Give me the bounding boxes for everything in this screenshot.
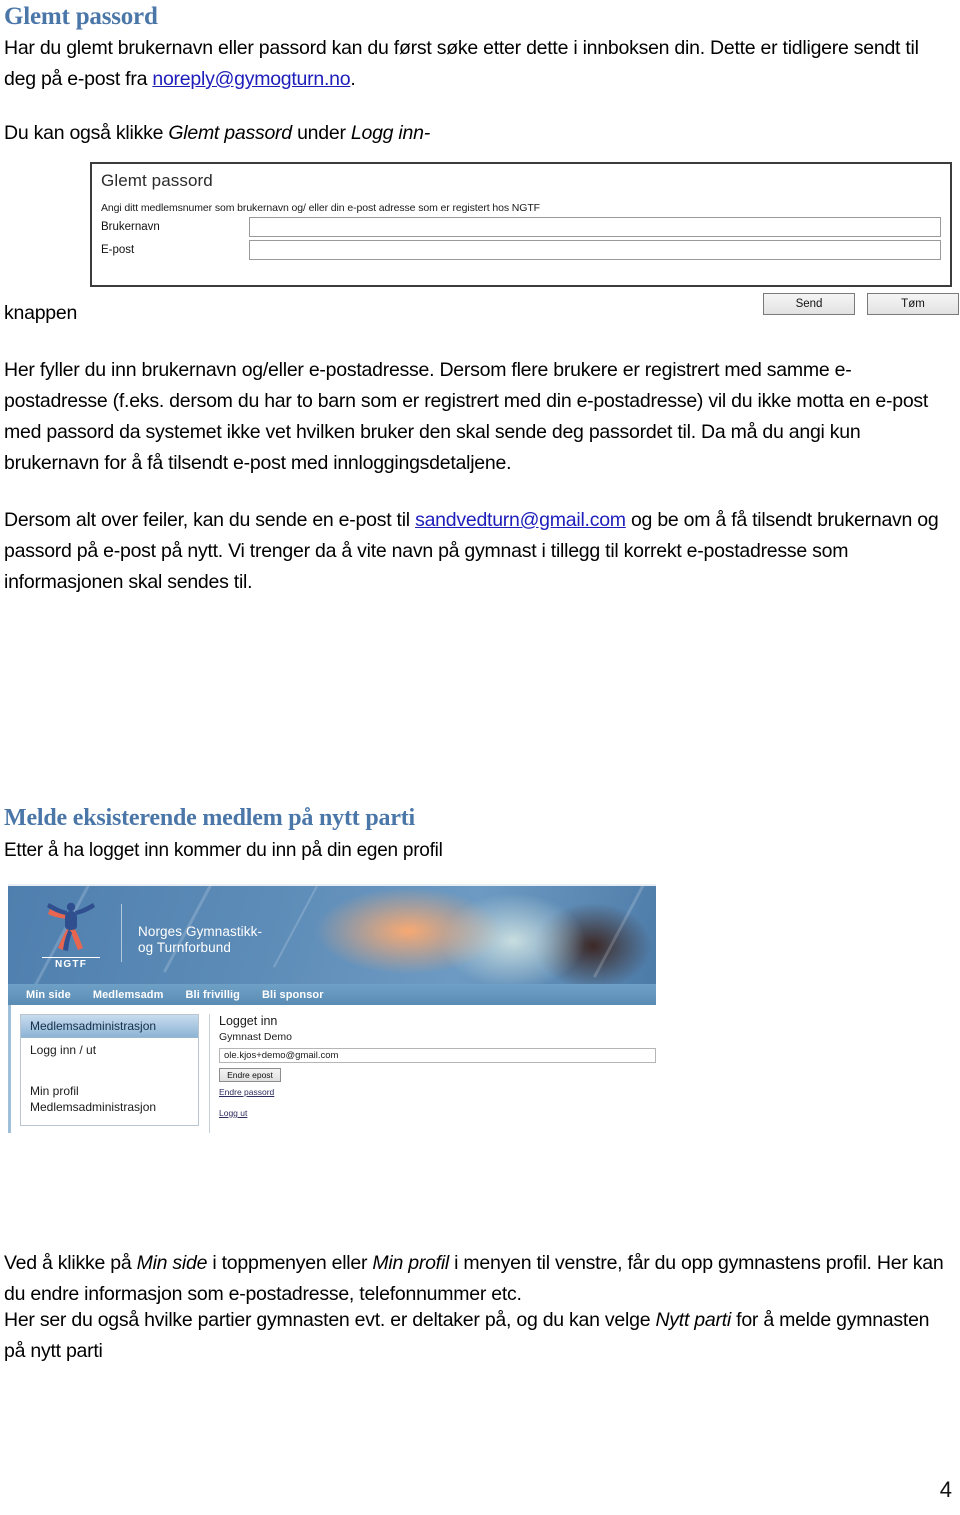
sandvedturn-email-link[interactable]: sandvedturn@gmail.com (415, 509, 626, 531)
also-text-1: Du kan også klikke (4, 122, 169, 144)
fallback-email-paragraph: Dersom alt over feiler, kan du sende en … (4, 505, 952, 598)
knappen-paragraph: knappen (4, 302, 78, 324)
also-italic-logg-inn: Logg inn- (350, 122, 430, 144)
site-main-panel: Logget inn Gymnast Demo ole.kjos+demo@gm… (209, 1014, 656, 1133)
endre-epost-button[interactable]: Endre epost (219, 1068, 281, 1082)
fallback-text-before-link: Dersom alt over feiler, kan du sende en … (4, 509, 416, 531)
ngtf-wordmark: NGTF (42, 957, 100, 970)
sidebar-item-medlemsadministrasjon[interactable]: Medlemsadministrasjon (21, 1098, 198, 1114)
also-click-paragraph: Du kan også klikke Glemt passord under L… (4, 118, 952, 149)
sidebar-item-min-profil[interactable]: Min profil (21, 1079, 198, 1098)
logged-in-label: Logget inn (219, 1014, 278, 1028)
logged-in-user-name: Gymnast Demo (219, 1031, 292, 1043)
ngtf-logo: NGTF (42, 898, 100, 970)
nav-item-medlemsadm[interactable]: Medlemsadm (93, 989, 164, 1001)
intro-paragraph: Har du glemt brukernavn eller passord ka… (4, 33, 952, 95)
site-banner: NGTF Norges Gymnastikk- og Turnforbund (8, 886, 656, 984)
sidebar-item-logg-inn-ut[interactable]: Logg inn / ut (21, 1038, 198, 1057)
fill-in-explanation-paragraph: Her fyller du inn brukernavn og/eller e-… (4, 359, 929, 474)
site-sidebar: Medlemsadministrasjon Logg inn / ut Min … (20, 1014, 199, 1126)
label-epost: E-post (101, 244, 135, 256)
bottom-paragraph-1: Ved å klikke på Min side i toppmenyen el… (4, 1248, 952, 1310)
label-brukernavn: Brukernavn (101, 221, 160, 233)
forgot-form-button-row: Send Tøm (763, 293, 959, 315)
banner-streak-icon (272, 886, 346, 968)
intro-text-after-link: . (350, 68, 356, 90)
screenshot-forgot-password-form: Glemt passord Angi ditt medlemsnumer som… (90, 162, 952, 287)
noreply-email-link[interactable]: noreply@gymogturn.no (152, 68, 350, 90)
also-italic-glemt-passord: Glemt passord (168, 122, 292, 144)
logo-divider (121, 904, 122, 962)
nav-item-min-side[interactable]: Min side (26, 989, 71, 1001)
screenshot-ngtf-member-site: NGTF Norges Gymnastikk- og Turnforbund M… (8, 884, 656, 1133)
bottom2-italic-nytt-parti: Nytt parti (655, 1309, 731, 1331)
organisation-name: Norges Gymnastikk- og Turnforbund (138, 924, 262, 956)
form-row-epost: E-post (92, 237, 950, 260)
document-page: Glemt passord Har du glemt brukernavn el… (0, 0, 960, 1515)
endre-passord-link[interactable]: Endre passord (219, 1087, 274, 1097)
banner-streak-icon (592, 886, 656, 978)
bottom1-italic-min-profil: Min profil (372, 1252, 450, 1274)
logg-ut-link[interactable]: Logg ut (219, 1108, 247, 1118)
input-epost[interactable] (249, 240, 941, 260)
form-title: Glemt passord (101, 171, 213, 190)
profile-intro-paragraph: Etter å ha logget inn kommer du inn på d… (4, 840, 443, 861)
site-top-navigation: Min side Medlemsadm Bli frivillig Bli sp… (8, 984, 656, 1005)
clear-button[interactable]: Tøm (867, 293, 959, 315)
page-title-glemt-passord: Glemt passord (4, 3, 158, 30)
form-subtitle: Angi ditt medlemsnumer som brukernavn og… (101, 202, 540, 214)
bottom1-text-2: i toppmenyen eller (207, 1252, 373, 1274)
page-number: 4 (939, 1477, 952, 1502)
also-text-2: under (291, 122, 351, 144)
bottom-paragraph-2: Her ser du også hvilke partier gymnasten… (4, 1305, 952, 1367)
sidebar-header-medlemsadministrasjon: Medlemsadministrasjon (21, 1015, 198, 1038)
section-title-melde-nytt-parti: Melde eksisterende medlem på nytt parti (4, 805, 416, 831)
bottom1-text-1: Ved å klikke på (4, 1252, 137, 1274)
intro-text-before-link: Har du glemt brukernavn eller passord ka… (4, 37, 919, 90)
org-name-line-2: og Turnforbund (138, 940, 231, 955)
nav-item-bli-sponsor[interactable]: Bli sponsor (262, 989, 324, 1001)
bottom1-italic-min-side: Min side (136, 1252, 208, 1274)
bottom2-text-1: Her ser du også hvilke partier gymnasten… (4, 1309, 656, 1331)
nav-item-bli-frivillig[interactable]: Bli frivillig (186, 989, 240, 1001)
form-row-brukernavn: Brukernavn (92, 214, 950, 237)
send-button[interactable]: Send (763, 293, 855, 315)
email-input[interactable]: ole.kjos+demo@gmail.com (219, 1048, 656, 1063)
org-name-line-1: Norges Gymnastikk- (138, 924, 263, 939)
site-content-area: Medlemsadministrasjon Logg inn / ut Min … (8, 1005, 656, 1133)
input-brukernavn[interactable] (249, 217, 941, 237)
